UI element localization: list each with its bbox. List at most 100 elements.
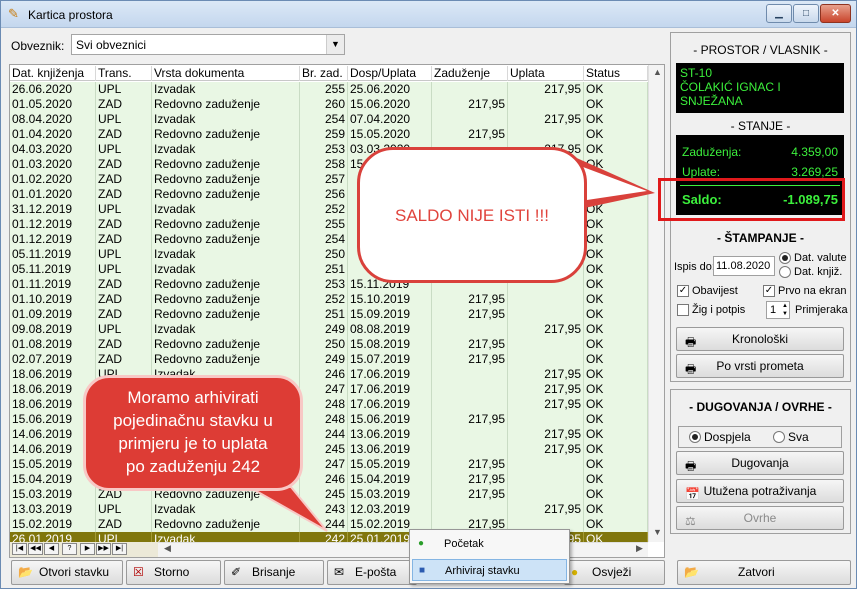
col-header-trans[interactable]: Trans. — [96, 66, 152, 81]
table-row[interactable]: 01.05.2020 ZAD Redovno zaduženje 260 15.06.2… — [10, 97, 648, 112]
scroll-right-icon[interactable]: ▶ — [636, 543, 643, 554]
cell-zaduzenje — [432, 382, 508, 397]
col-header-br-zad[interactable]: Br. zad. — [300, 66, 348, 81]
scroll-down-icon[interactable]: ▼ — [649, 527, 664, 537]
close-button[interactable]: ✕ — [820, 4, 851, 23]
obavijest-checkbox[interactable]: ✓ — [677, 285, 689, 297]
col-header-status[interactable]: Status — [584, 66, 648, 81]
cell-zaduzenje: 217,95 — [432, 307, 508, 322]
chevron-down-icon[interactable]: ▼ — [326, 35, 344, 54]
cell-dat-knjizenja: 01.03.2020 — [10, 157, 96, 172]
radio-dat-knjiz[interactable] — [779, 266, 791, 278]
nav-prev-page-button[interactable]: ◀◀ — [28, 543, 43, 555]
table-row[interactable]: 08.04.2020 UPL Izvadak 254 07.04.2020 217,95 O… — [10, 112, 648, 127]
cell-dat-knjizenja: 01.08.2019 — [10, 337, 96, 352]
stepper-arrows-icon[interactable]: ▲ ▼ — [782, 302, 788, 318]
menu-item-arhiviraj-stavku[interactable]: ■ Arhiviraj stavku — [412, 559, 567, 581]
cell-vrsta: Izvadak — [152, 112, 300, 127]
cell-br-zad: 246 — [300, 367, 348, 382]
primjeraka-stepper[interactable]: 1 ▲ ▼ — [766, 301, 790, 319]
cell-br-zad: 252 — [300, 292, 348, 307]
cell-status: OK — [584, 442, 648, 457]
po-vrsti-prometa-button[interactable]: 🖶 Po vrsti prometa — [676, 354, 844, 378]
osvjezi-button[interactable]: ● Osvježi — [564, 560, 665, 585]
col-header-uplata[interactable]: Uplata — [508, 66, 584, 81]
cell-status: OK — [584, 487, 648, 502]
kronoloski-button[interactable]: 🖶 Kronološki — [676, 327, 844, 351]
table-row[interactable]: 26.06.2020 UPL Izvadak 255 25.06.2020 217,95 O… — [10, 82, 648, 97]
cell-br-zad: 251 — [300, 307, 348, 322]
cell-dosp-uplata: 15.08.2019 — [348, 337, 432, 352]
maximize-button[interactable]: □ — [793, 4, 819, 23]
minimize-button[interactable]: ▁ — [766, 4, 792, 23]
record-navigator: |◀ ◀◀ ◀ ? ▶ ▶▶ ▶| — [10, 542, 158, 557]
cell-vrsta: Redovno zaduženje — [152, 127, 300, 142]
cell-dat-knjizenja: 15.04.2019 — [10, 472, 96, 487]
ispis-do-input[interactable]: 11.08.2020 — [713, 256, 775, 276]
radio-sva[interactable] — [773, 431, 785, 443]
table-row[interactable]: 01.10.2019 ZAD Redovno zaduženje 252 15.10.2… — [10, 292, 648, 307]
nav-find-button[interactable]: ? — [62, 543, 77, 555]
table-row[interactable]: 01.04.2020 ZAD Redovno zaduženje 259 15.05.2… — [10, 127, 648, 142]
radio-dat-valute[interactable] — [779, 252, 791, 264]
dugovanja-button[interactable]: 🖶 Dugovanja — [676, 451, 844, 475]
utuzena-potrazivanja-button[interactable]: 📅 Utužena potraživanja — [676, 479, 844, 503]
cell-dat-knjizenja: 01.01.2020 — [10, 187, 96, 202]
pocetak-label: Početak — [444, 538, 484, 550]
radio-dospjela[interactable] — [689, 431, 701, 443]
storno-button[interactable]: ☒ Storno — [126, 560, 221, 585]
cell-vrsta: Redovno zaduženje — [152, 292, 300, 307]
menu-item-pocetak[interactable]: ● Početak — [412, 533, 567, 555]
brisanje-button[interactable]: ✐ Brisanje — [224, 560, 324, 585]
table-row[interactable]: 01.08.2019 ZAD Redovno zaduženje 250 15.08.2… — [10, 337, 648, 352]
cell-zaduzenje: 217,95 — [432, 352, 508, 367]
window-title: Kartica prostora — [28, 8, 113, 22]
nav-first-button[interactable]: |◀ — [12, 543, 27, 555]
cell-br-zad: 245 — [300, 487, 348, 502]
cell-uplata — [508, 307, 584, 322]
ovrhe-button[interactable]: ⚖ Ovrhe — [676, 506, 844, 530]
green-dot-icon: ● — [418, 538, 425, 549]
cell-dat-knjizenja: 05.11.2019 — [10, 262, 96, 277]
table-row[interactable]: 02.07.2019 ZAD Redovno zaduženje 249 15.07.2… — [10, 352, 648, 367]
title-bar: ✎ Kartica prostora ▁ □ ✕ — [1, 1, 856, 28]
scroll-up-icon[interactable]: ▲ — [649, 67, 664, 77]
nav-next-button[interactable]: ▶ — [80, 543, 95, 555]
cell-trans: ZAD — [96, 172, 152, 187]
col-header-vrsta[interactable]: Vrsta dokumenta — [152, 66, 300, 81]
primjeraka-label: Primjeraka — [795, 304, 848, 316]
nav-prev-button[interactable]: ◀ — [44, 543, 59, 555]
cell-uplata — [508, 97, 584, 112]
cell-zaduzenje: 217,95 — [432, 127, 508, 142]
col-header-zaduzenje[interactable]: Zaduženje — [432, 66, 508, 81]
cell-trans: ZAD — [96, 307, 152, 322]
horizontal-scrollbar[interactable]: ◀ ▶ — [158, 542, 648, 557]
cell-dat-knjizenja: 13.03.2019 — [10, 502, 96, 517]
obveznik-select[interactable]: Svi obveznici ▼ — [71, 34, 345, 55]
cell-br-zad: 246 — [300, 472, 348, 487]
col-header-dosp-uplata[interactable]: Dosp/Uplata — [348, 66, 432, 81]
context-menu: ● Početak ■ Arhiviraj stavku — [409, 529, 570, 584]
cell-status: OK — [584, 127, 648, 142]
cell-dat-knjizenja: 01.09.2019 — [10, 307, 96, 322]
otvori-stavku-button[interactable]: 📂 Otvori stavku — [11, 560, 123, 585]
table-row[interactable]: 09.08.2019 UPL Izvadak 249 08.08.2019 217,95 O… — [10, 322, 648, 337]
cell-uplata: 217,95 — [508, 442, 584, 457]
table-row[interactable]: 13.03.2019 UPL Izvadak 243 12.03.2019 217,95 O… — [10, 502, 648, 517]
scroll-left-icon[interactable]: ◀ — [164, 543, 171, 554]
zig-potpis-checkbox[interactable] — [677, 304, 689, 316]
nav-last-button[interactable]: ▶| — [112, 543, 127, 555]
prvo-na-ekran-checkbox[interactable]: ✓ — [763, 285, 775, 297]
table-row[interactable]: 01.09.2019 ZAD Redovno zaduženje 251 15.09.2… — [10, 307, 648, 322]
cell-uplata — [508, 487, 584, 502]
cell-trans: ZAD — [96, 217, 152, 232]
cell-br-zad: 253 — [300, 277, 348, 292]
cell-status: OK — [584, 397, 648, 412]
cell-br-zad: 254 — [300, 232, 348, 247]
col-header-dat-knjizenja[interactable]: Dat. knjiženja — [10, 66, 96, 81]
vertical-scrollbar[interactable]: ▲ ▼ — [648, 65, 664, 542]
e-posta-button[interactable]: ✉ E-pošta — [327, 560, 417, 585]
cell-dat-knjizenja: 02.07.2019 — [10, 352, 96, 367]
zatvori-button[interactable]: 📂 Zatvori — [677, 560, 851, 585]
nav-next-page-button[interactable]: ▶▶ — [96, 543, 111, 555]
